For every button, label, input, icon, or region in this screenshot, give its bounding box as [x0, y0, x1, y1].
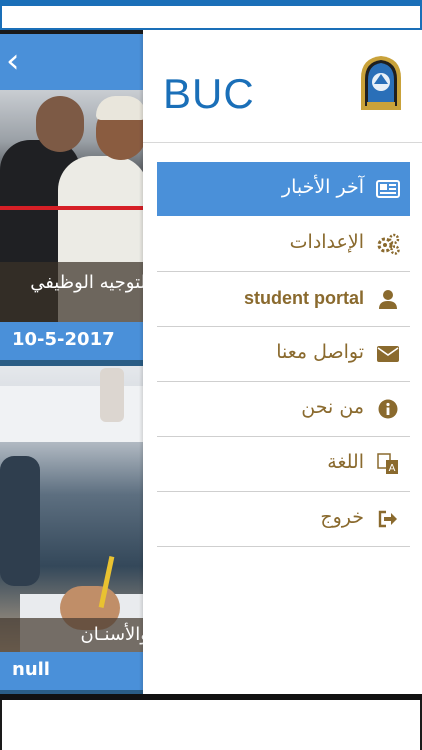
top-strip — [0, 6, 422, 30]
menu-item-settings[interactable]: الإعدادات — [157, 217, 410, 272]
menu-item-label: آخر الأخبار — [281, 176, 364, 198]
news-date: null — [12, 659, 50, 680]
chevron-left-icon: ‹ — [6, 41, 20, 81]
news-date-bar: 10-5-2017 — [0, 322, 145, 360]
news-date-bar: null — [0, 652, 145, 690]
menu-item-label: اللغة — [327, 451, 364, 473]
menu-item-label: الإعدادات — [289, 231, 364, 253]
menu-item-label: تواصل معنا — [276, 341, 364, 363]
app-frame: ‹ التوجيه الوظيفي 10-5-2017 والأسنـان nu… — [0, 0, 422, 750]
menu-item-label: خروج — [320, 506, 364, 528]
navigation-drawer: BUC آخر الأخبار الإعدادات student portal… — [143, 30, 422, 694]
app-brand: BUC — [163, 70, 255, 117]
info-icon — [376, 397, 400, 421]
user-icon — [376, 287, 400, 311]
sign-out-icon — [376, 507, 400, 531]
drawer-menu: آخر الأخبار الإعدادات student portal توا… — [157, 162, 410, 547]
menu-item-logout[interactable]: خروج — [157, 492, 410, 547]
envelope-icon — [376, 342, 400, 366]
news-date: 10-5-2017 — [12, 329, 115, 350]
menu-item-latest-news[interactable]: آخر الأخبار — [157, 162, 410, 216]
menu-item-about[interactable]: من نحن — [157, 382, 410, 437]
back-button[interactable]: ‹ — [0, 34, 145, 90]
news-feed: ‹ التوجيه الوظيفي 10-5-2017 والأسنـان nu… — [0, 34, 145, 694]
bottom-area — [0, 700, 422, 750]
gears-icon — [376, 232, 400, 256]
menu-item-student-portal[interactable]: student portal — [157, 272, 410, 327]
university-logo — [361, 56, 401, 110]
svg-text:A: A — [389, 463, 396, 474]
menu-item-label: student portal — [244, 288, 364, 308]
news-caption: التوجيه الوظيفي — [0, 262, 145, 322]
news-caption-text: التوجيه الوظيفي — [30, 272, 145, 293]
news-image[interactable]: التوجيه الوظيفي — [0, 90, 145, 322]
newspaper-icon — [376, 177, 400, 201]
menu-item-contact[interactable]: تواصل معنا — [157, 327, 410, 382]
news-image[interactable] — [0, 366, 145, 654]
menu-item-language[interactable]: A اللغة — [157, 437, 410, 492]
menu-item-label: من نحن — [301, 396, 364, 418]
translate-icon: A — [376, 452, 400, 476]
drawer-header-divider — [143, 142, 422, 143]
news-caption-text: والأسنـان — [80, 624, 145, 645]
